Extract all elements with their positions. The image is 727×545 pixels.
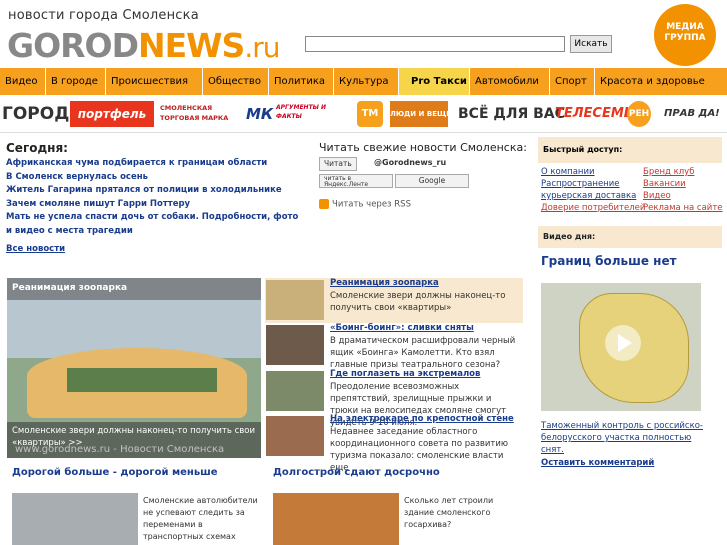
header: новости города Смоленска GORODNEWS.ru Ис… — [0, 0, 727, 68]
bottom-story-title[interactable]: Долгострой сдают досрочно — [273, 467, 440, 478]
teaser-thumbnail[interactable] — [266, 371, 324, 411]
nav-beauty-health[interactable]: Красота и здоровье — [595, 68, 727, 95]
quick-link-distribution[interactable]: Распространение курьерская доставка — [541, 178, 637, 202]
media-logo-line1: МЕДИА — [666, 22, 704, 32]
bottom-story-text: Сколько лет строили здание смоленского г… — [404, 496, 494, 529]
nav-pro-taxi[interactable]: Pro Такси — [399, 68, 470, 95]
bottom-story-title[interactable]: Дорогой больше - дорогой меньше — [12, 467, 218, 478]
today-news-list: Африканская чума подбирается к границам … — [6, 157, 306, 238]
video-caption[interactable]: Таможенный контроль с российско-белорусс… — [541, 420, 711, 456]
yandex-lenta-button[interactable]: читать в Яндекс.Ленте — [319, 174, 393, 188]
nav-incidents[interactable]: Происшествия — [106, 68, 203, 95]
rss-icon — [319, 199, 329, 209]
nav-sport[interactable]: Спорт — [550, 68, 595, 95]
feature-watermark: www.gorodnews.ru - Новости Смоленска — [15, 444, 225, 455]
all-news-link[interactable]: Все новости — [6, 244, 65, 254]
teaser-text: В драматическом расшифровали черный ящик… — [330, 336, 516, 370]
teaser-item[interactable]: Реанимация зоопарка Смоленские звери дол… — [265, 278, 523, 323]
partner-portfel[interactable]: портфель — [70, 101, 154, 127]
teaser-item[interactable]: Где поглазеть на экстремалов Преодоление… — [265, 369, 523, 428]
quick-link-video[interactable]: Видео — [643, 190, 671, 202]
leave-comment-link[interactable]: Оставить комментарий — [541, 458, 654, 468]
nav-politics[interactable]: Политика — [269, 68, 334, 95]
feature-image-trees — [67, 368, 217, 392]
bottom-story-thumbnail[interactable] — [273, 493, 399, 545]
teaser-item[interactable]: На электрокаре по крепостной стене Недав… — [265, 414, 523, 473]
teaser-text: Смоленские звери должны наконец-то получ… — [330, 291, 506, 313]
teaser-thumbnail[interactable] — [266, 325, 324, 365]
teaser-title[interactable]: Где поглазеть на экстремалов — [330, 369, 480, 379]
partner-mk[interactable]: МК — [246, 101, 273, 127]
logo-tagline: новости города Смоленска — [8, 8, 199, 23]
nav-culture[interactable]: Культура — [334, 68, 399, 95]
nav-video[interactable]: Видео — [0, 68, 46, 95]
subscribe-title: Читать свежие новости Смоленска: — [319, 141, 527, 154]
quick-link-about[interactable]: О компании — [541, 166, 595, 178]
partner-logos: ГОРОД портфель СМОЛЕНСКАЯ ТОРГОВАЯ МАРКА… — [0, 97, 727, 133]
teaser-item[interactable]: «Боинг-боинг»: сливки сняты В драматичес… — [265, 323, 523, 370]
nav-society[interactable]: Общество — [203, 68, 269, 95]
twitter-handle[interactable]: @Gorodnews_ru — [374, 158, 446, 167]
main-nav: Видео В городе Происшествия Общество Пол… — [0, 68, 727, 95]
nav-cars[interactable]: Автомобили — [470, 68, 550, 95]
quick-link-trust[interactable]: Доверие потребителей — [541, 202, 645, 214]
media-logo-line2: ГРУППА — [664, 33, 706, 43]
partner-lyudi-i-veschi[interactable]: ЛЮДИ И ВЕЩИ — [390, 101, 452, 127]
partner-gorod[interactable]: ГОРОД — [2, 101, 69, 127]
quick-access-title: Быстрый доступ: — [538, 137, 722, 163]
logo-wordmark: GORODNEWS.ru — [7, 26, 281, 65]
video-player[interactable] — [541, 283, 701, 411]
today-item[interactable]: Мать не успела спасти дочь от собаки. По… — [6, 211, 306, 238]
teaser-title[interactable]: На электрокаре по крепостной стене — [330, 414, 514, 424]
teaser-thumbnail[interactable] — [266, 280, 324, 320]
today-item[interactable]: Зачем смоляне пишут Гарри Поттеру — [6, 198, 306, 212]
bottom-story-text: Смоленские автолюбители не успевают след… — [143, 496, 258, 541]
site-logo[interactable]: новости города Смоленска GORODNEWS.ru — [4, 6, 281, 66]
teaser-title[interactable]: «Боинг-боинг»: сливки сняты — [330, 323, 474, 333]
quick-link-vacancies[interactable]: Вакансии — [643, 178, 686, 190]
search-button[interactable]: Искать — [570, 35, 612, 53]
google-add-button[interactable]: Google — [395, 174, 469, 188]
teaser-title[interactable]: Реанимация зоопарка — [330, 278, 439, 288]
nav-in-city[interactable]: В городе — [46, 68, 106, 95]
teaser-thumbnail[interactable] — [266, 416, 324, 456]
partner-smolenskaya-torgovaya-marka[interactable]: СМОЛЕНСКАЯ ТОРГОВАЯ МАРКА — [160, 103, 236, 129]
today-title: Сегодня: — [6, 141, 68, 155]
partner-vse-dlya-vas[interactable]: ВСЁ ДЛЯ ВАС — [458, 101, 565, 127]
bottom-story-thumbnail[interactable] — [12, 493, 138, 545]
video-of-day-title: Видео дня: — [538, 226, 722, 248]
quick-link-brand-club[interactable]: Бренд клуб — [643, 166, 694, 178]
video-headline[interactable]: Границ больше нет — [541, 254, 677, 268]
twitter-read-button[interactable]: Читать — [319, 157, 357, 171]
feature-label: Реанимация зоопарка — [7, 278, 261, 300]
play-icon[interactable] — [605, 325, 641, 361]
media-group-logo[interactable]: МЕДИА ГРУППА — [650, 2, 720, 66]
partner-aif[interactable]: АРГУМЕНТЫ И ФАКТЫ — [276, 103, 350, 129]
partner-ren[interactable]: РЕН — [627, 101, 651, 127]
quick-link-advertising[interactable]: Реклама на сайте — [643, 202, 723, 214]
partner-pravda[interactable]: ПРАВ ДА! — [664, 101, 720, 127]
search-input[interactable] — [305, 36, 565, 52]
today-item[interactable]: В Смоленск вернулась осень — [6, 171, 306, 185]
today-item[interactable]: Житель Гагарина прятался от полиции в хо… — [6, 184, 306, 198]
quick-access: Быстрый доступ: О компании Распространен… — [538, 137, 723, 222]
quick-access-links: О компании Распространение курьерская до… — [538, 166, 723, 222]
featured-story[interactable]: Реанимация зоопарка Смоленские звери дол… — [7, 278, 261, 458]
partner-telesem[interactable]: ТЕЛЕСЕМЬ — [555, 101, 634, 127]
rss-link[interactable]: Читать через RSS — [319, 199, 411, 210]
partner-tm[interactable]: ТМ — [357, 101, 383, 127]
today-item[interactable]: Африканская чума подбирается к границам … — [6, 157, 306, 171]
